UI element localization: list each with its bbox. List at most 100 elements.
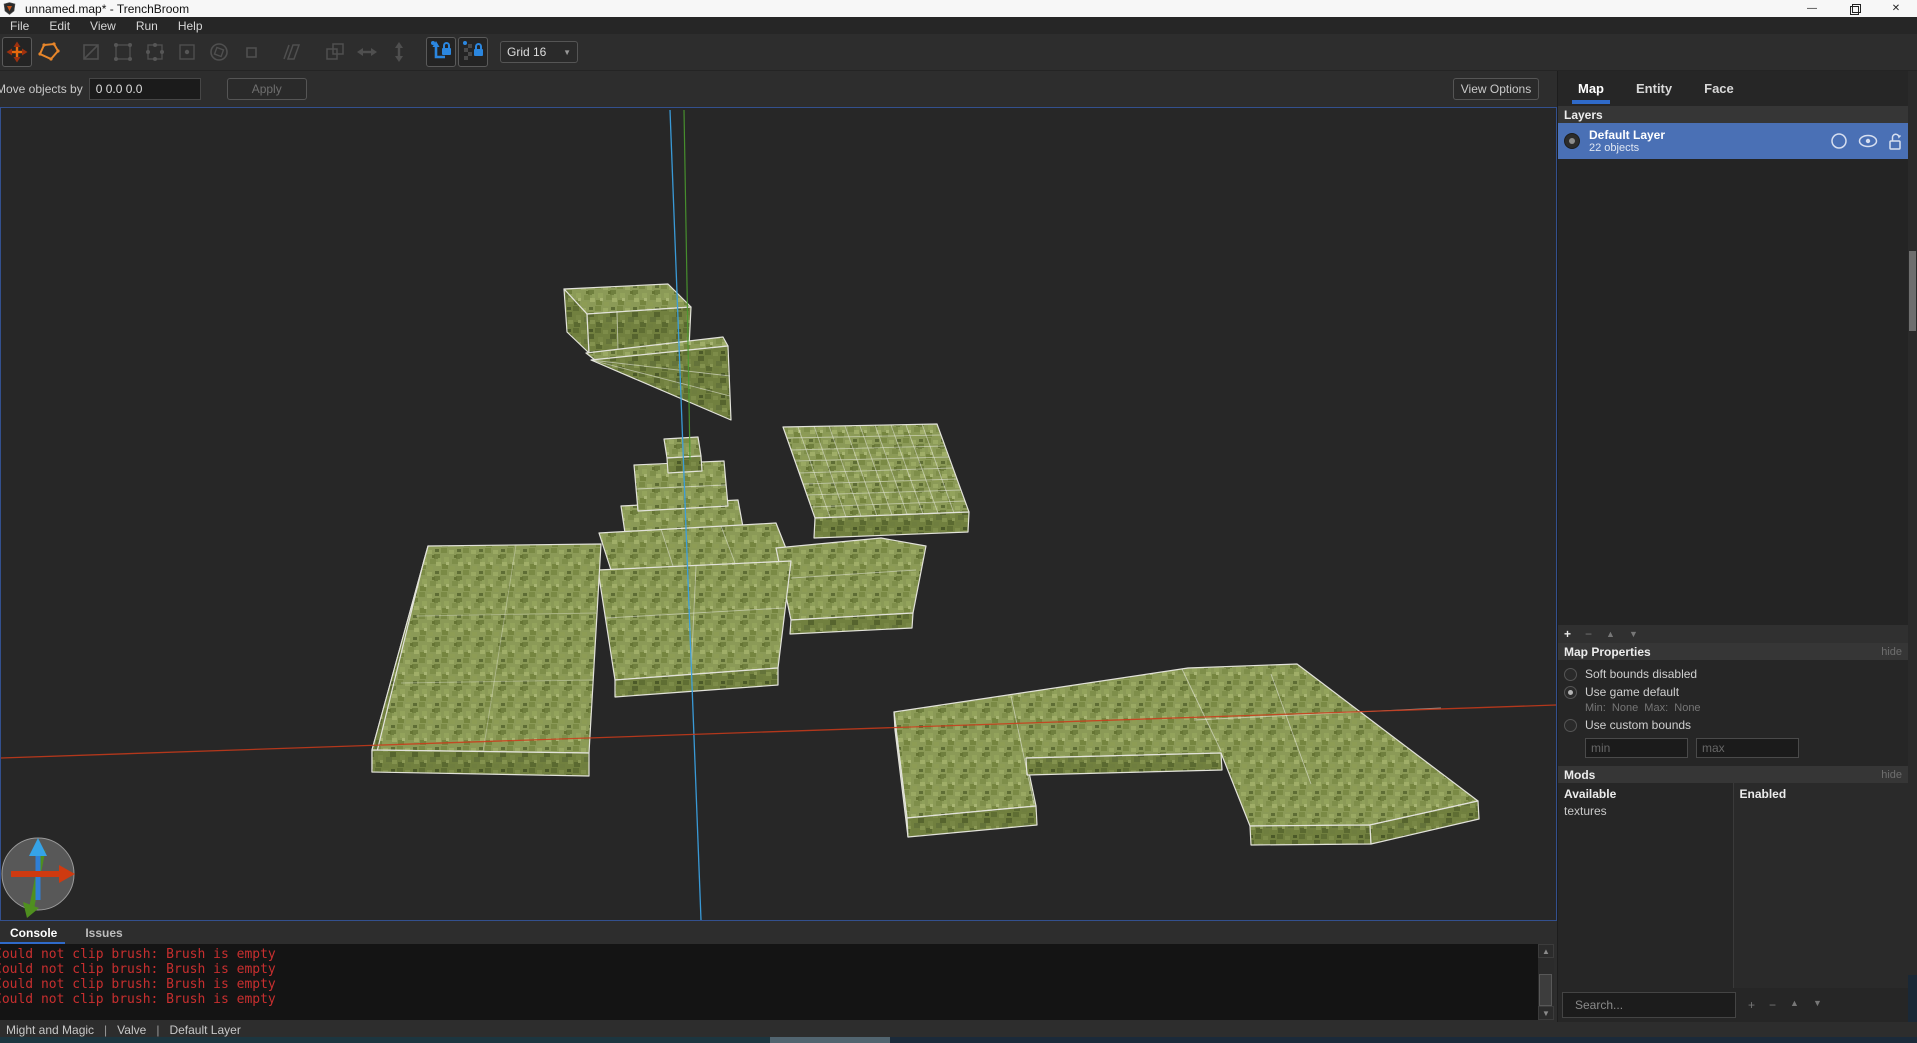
y-axis-line — [683, 109, 691, 461]
console-error-line: Could not clip brush: Brush is empty — [0, 992, 276, 1007]
mod-move-down-button[interactable]: ▼ — [1813, 998, 1822, 1012]
mods-enabled-header: Enabled — [1739, 787, 1787, 801]
grid-size-label: Grid 16 — [507, 45, 547, 59]
scale-tool-button[interactable] — [236, 37, 266, 67]
restore-button[interactable] — [1833, 0, 1875, 17]
status-bar: Might and Magic | Valve | Default Layer — [0, 1022, 1917, 1037]
move-objects-label: Move objects by — [0, 82, 83, 96]
csg-tool-icon — [326, 43, 344, 60]
move-objects-input[interactable] — [88, 78, 201, 100]
panel-scrollbar[interactable] — [1908, 71, 1917, 975]
texture-lock-icon — [431, 41, 451, 59]
title-bar: unnamed.map* - TrenchBroom — ✕ — [0, 0, 1917, 17]
menu-help[interactable]: Help — [168, 17, 213, 34]
layer-name: Default Layer — [1589, 127, 1666, 142]
tab-map[interactable]: Map — [1572, 75, 1610, 104]
layers-list-empty-area[interactable] — [1558, 159, 1908, 625]
close-button[interactable]: ✕ — [1875, 0, 1917, 17]
mods-header: Mods hide — [1558, 766, 1908, 783]
mods-columns: Available textures Enabled — [1558, 783, 1908, 988]
map-properties-hide-link[interactable]: hide — [1881, 646, 1902, 658]
3d-viewport[interactable] — [0, 107, 1557, 921]
panel-scrollbar-thumb[interactable] — [1909, 251, 1916, 331]
mod-list-item[interactable]: textures — [1564, 804, 1727, 818]
texture-lock-button[interactable] — [426, 37, 456, 67]
console-scrollbar[interactable]: ▲ ▼ — [1538, 944, 1554, 1020]
add-layer-button[interactable]: + — [1564, 627, 1571, 641]
console-output[interactable]: Could not clip brush: Brush is empty Cou… — [0, 944, 1538, 1020]
use-game-default-label: Use game default — [1585, 685, 1680, 699]
vertex-tool-icon — [114, 43, 132, 61]
3d-viewport-canvas[interactable] — [1, 108, 1556, 920]
mod-move-up-button[interactable]: ▲ — [1790, 998, 1799, 1012]
mods-search-box[interactable] — [1562, 992, 1736, 1018]
layer-buttons: + − ▲ ▼ — [1558, 625, 1908, 643]
flip-horizontal-button[interactable] — [352, 37, 382, 67]
rotate-tool-button[interactable] — [204, 37, 234, 67]
mods-hide-link[interactable]: hide — [1881, 769, 1902, 781]
bounds-max-input[interactable] — [1696, 738, 1799, 758]
layer-row-default[interactable]: Default Layer 22 objects — [1558, 123, 1908, 159]
tab-entity[interactable]: Entity — [1634, 75, 1674, 102]
map-properties-header: Map Properties hide — [1558, 643, 1908, 660]
restore-icon — [1849, 4, 1861, 15]
apply-button[interactable]: Apply — [226, 78, 307, 100]
uv-lock-button[interactable] — [458, 37, 488, 67]
use-custom-bounds-label: Use custom bounds — [1585, 718, 1692, 732]
brush-grid-platform[interactable] — [782, 423, 970, 539]
shear-tool-button[interactable] — [278, 37, 308, 67]
orientation-gizmo[interactable] — [1, 837, 75, 918]
mods-search-row: + − ▲ ▼ — [1558, 988, 1908, 1022]
tab-console[interactable]: Console — [0, 923, 66, 945]
grid-size-dropdown[interactable]: Grid 16 ▼ — [500, 41, 578, 63]
move-layer-up-button[interactable]: ▲ — [1606, 629, 1615, 639]
chevron-down-icon: ▼ — [563, 47, 571, 57]
menu-file[interactable]: File — [0, 17, 39, 34]
rotate-tool-icon — [210, 43, 228, 61]
soft-bounds-disabled-radio[interactable] — [1564, 667, 1577, 681]
face-tool-button[interactable] — [172, 37, 202, 67]
menu-edit[interactable]: Edit — [39, 17, 80, 34]
window-title: unnamed.map* - TrenchBroom — [25, 1, 190, 16]
scroll-up-icon[interactable]: ▲ — [1538, 944, 1554, 958]
mods-search-input[interactable] — [1575, 998, 1730, 1012]
game-default-minmax: Min: None Max: None — [1585, 702, 1701, 714]
view-options-button[interactable]: View Options — [1453, 78, 1539, 100]
layer-active-radio[interactable] — [1564, 133, 1580, 149]
flip-horizontal-icon — [357, 48, 377, 56]
move-layer-down-button[interactable]: ▼ — [1629, 629, 1638, 639]
unlock-icon[interactable] — [1888, 132, 1902, 150]
use-custom-bounds-radio[interactable] — [1564, 718, 1577, 732]
tab-issues[interactable]: Issues — [83, 923, 124, 943]
flip-vertical-button[interactable] — [384, 37, 414, 67]
tab-face[interactable]: Face — [1702, 75, 1736, 102]
app-icon — [3, 2, 16, 15]
console-scrollbar-thumb[interactable] — [1539, 974, 1552, 1006]
selection-tool-button[interactable] — [2, 37, 32, 67]
remove-layer-button[interactable]: − — [1585, 627, 1592, 641]
menu-run[interactable]: Run — [126, 17, 168, 34]
bounds-min-input[interactable] — [1585, 738, 1688, 758]
brush-right-u-slab[interactable] — [893, 663, 1480, 846]
clip-tool-button[interactable] — [76, 37, 106, 67]
inspector-tabs: Map Entity Face — [1558, 71, 1908, 106]
flip-vertical-icon — [395, 42, 403, 62]
omit-from-export-icon[interactable] — [1830, 132, 1848, 150]
create-brush-tool-button[interactable] — [34, 37, 64, 67]
mods-enabled-column: Enabled — [1732, 783, 1908, 988]
toolbar: Grid 16 ▼ — [0, 34, 1917, 71]
csg-tool-button[interactable] — [320, 37, 350, 67]
brush-center-terraces[interactable] — [597, 522, 927, 698]
create-brush-tool-icon — [38, 42, 60, 61]
menu-view[interactable]: View — [80, 17, 126, 34]
mod-add-button[interactable]: + — [1748, 998, 1755, 1012]
mod-remove-button[interactable]: − — [1769, 998, 1776, 1012]
console-tabs: Console Issues — [0, 921, 1557, 945]
minimize-button[interactable]: — — [1791, 0, 1833, 17]
visibility-eye-icon[interactable] — [1858, 134, 1878, 148]
vertex-tool-button[interactable] — [108, 37, 138, 67]
use-game-default-radio[interactable] — [1564, 685, 1577, 699]
scroll-down-icon[interactable]: ▼ — [1538, 1006, 1554, 1020]
edge-tool-button[interactable] — [140, 37, 170, 67]
console-error-line: Could not clip brush: Brush is empty — [0, 977, 276, 992]
